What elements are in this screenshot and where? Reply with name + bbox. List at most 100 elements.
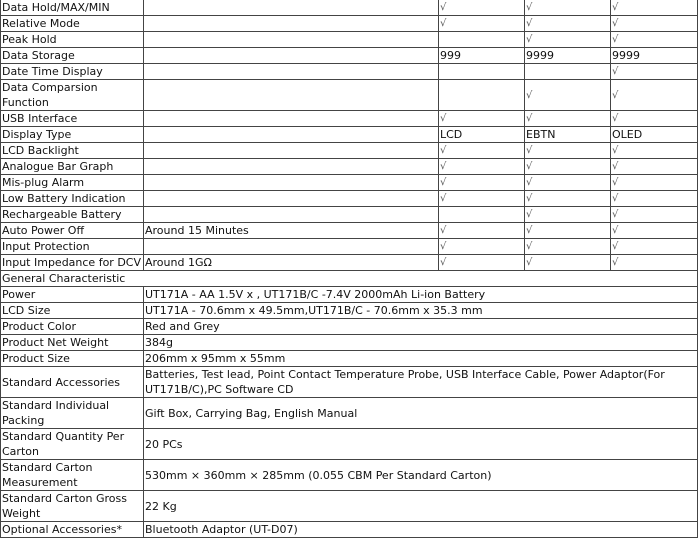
characteristic-value: 22 Kg: [143, 490, 698, 522]
model-1-value: √: [438, 238, 525, 255]
model-1-value: LCD: [438, 126, 525, 143]
model-1-value: √: [438, 158, 525, 175]
characteristic-label: Standard Quantity Per Carton: [0, 428, 144, 460]
model-2-value: √: [524, 15, 611, 32]
table-row: Data Comparsion Function √ √: [0, 79, 698, 111]
table-row: Data Hold/MAX/MIN √ √ √: [0, 0, 698, 16]
characteristic-label: LCD Size: [0, 302, 144, 319]
model-1-value: √: [438, 142, 525, 159]
feature-label: Auto Power Off: [0, 222, 144, 239]
feature-label: Low Battery Indication: [0, 190, 144, 207]
table-row: Display Type LCD EBTN OLED: [0, 126, 698, 143]
table-row: Analogue Bar Graph √ √ √: [0, 158, 698, 175]
model-3-value: √: [610, 158, 698, 175]
table-row: Input Protection √ √ √: [0, 238, 698, 255]
table-row: Peak Hold √ √: [0, 31, 698, 48]
feature-label: Date Time Display: [0, 63, 144, 80]
model-2-value: √: [524, 238, 611, 255]
feature-value: Around 1GΩ: [143, 254, 439, 271]
characteristic-label: Standard Accessories: [0, 366, 144, 398]
table-row: USB Interface √ √ √: [0, 110, 698, 127]
model-2-value: √: [524, 79, 611, 111]
model-2-value: √: [524, 174, 611, 191]
model-3-value: √: [610, 222, 698, 239]
feature-value: [143, 142, 439, 159]
table-row: Mis-plug Alarm √ √ √: [0, 174, 698, 191]
model-3-value: √: [610, 0, 698, 16]
model-2-value: √: [524, 142, 611, 159]
model-2-value: √: [524, 190, 611, 207]
model-3-value: √: [610, 63, 698, 80]
model-3-value: √: [610, 31, 698, 48]
table-row: Product Size 206mm x 95mm x 55mm: [0, 350, 698, 367]
model-1-value: √: [438, 190, 525, 207]
characteristic-value: UT171A - 70.6mm x 49.5mm,UT171B/C - 70.6…: [143, 302, 698, 319]
table-row: Standard Individual Packing Gift Box, Car…: [0, 397, 698, 429]
feature-label: Display Type: [0, 126, 144, 143]
model-3-value: 9999: [610, 47, 698, 64]
model-3-value: √: [610, 15, 698, 32]
feature-value: Around 15 Minutes: [143, 222, 439, 239]
characteristic-value: 384g: [143, 334, 698, 351]
section-header: General Characteristic: [0, 270, 698, 287]
feature-label: Input Impedance for DCV: [0, 254, 144, 271]
feature-value: [143, 15, 439, 32]
feature-label: LCD Backlight: [0, 142, 144, 159]
feature-value: [143, 174, 439, 191]
section-header-row: General Characteristic: [0, 270, 698, 287]
feature-label: Rechargeable Battery: [0, 206, 144, 223]
model-3-value: √: [610, 206, 698, 223]
feature-label: Data Hold/MAX/MIN: [0, 0, 144, 16]
feature-label: Mis-plug Alarm: [0, 174, 144, 191]
table-row: Relative Mode √ √ √: [0, 15, 698, 32]
model-1-value: √: [438, 0, 525, 16]
characteristic-label: Optional Accessories*: [0, 521, 144, 538]
feature-label: Data Storage: [0, 47, 144, 64]
feature-label: Input Protection: [0, 238, 144, 255]
table-row: Rechargeable Battery √ √: [0, 206, 698, 223]
characteristic-value: Red and Grey: [143, 318, 698, 335]
feature-value: [143, 126, 439, 143]
table-row: Standard Carton Measurement 530mm × 360mm…: [0, 459, 698, 491]
table-row: Power UT171A - AA 1.5V x , UT171B/C -7.4V…: [0, 286, 698, 303]
characteristic-label: Product Size: [0, 350, 144, 367]
model-2-value: √: [524, 0, 611, 16]
feature-value: [143, 110, 439, 127]
feature-label: Peak Hold: [0, 31, 144, 48]
model-2-value: EBTN: [524, 126, 611, 143]
feature-label: Relative Mode: [0, 15, 144, 32]
feature-value: [143, 206, 439, 223]
model-3-value: OLED: [610, 126, 698, 143]
model-2-value: [524, 63, 611, 80]
characteristic-label: Standard Individual Packing: [0, 397, 144, 429]
characteristic-value: 206mm x 95mm x 55mm: [143, 350, 698, 367]
feature-label: Data Comparsion Function: [0, 79, 144, 111]
model-3-value: √: [610, 238, 698, 255]
characteristic-value: Bluetooth Adaptor (UT-D07): [143, 521, 698, 538]
feature-value: [143, 63, 439, 80]
table-row: Standard Accessories Batteries, Test lead…: [0, 366, 698, 398]
model-2-value: √: [524, 31, 611, 48]
characteristic-value: Batteries, Test lead, Point Contact Temp…: [143, 366, 698, 398]
model-1-value: [438, 79, 525, 111]
feature-value: [143, 31, 439, 48]
spec-table: Data Hold/MAX/MIN √ √ √ Relative Mode √ √ √ Peak…: [0, 0, 698, 538]
characteristic-label: Product Net Weight: [0, 334, 144, 351]
feature-value: [143, 47, 439, 64]
feature-value: [143, 238, 439, 255]
table-row: LCD Backlight √ √ √: [0, 142, 698, 159]
characteristic-label: Power: [0, 286, 144, 303]
characteristic-value: Gift Box, Carrying Bag, English Manual: [143, 397, 698, 429]
model-1-value: [438, 31, 525, 48]
characteristic-value: UT171A - AA 1.5V x , UT171B/C -7.4V 2000…: [143, 286, 698, 303]
model-2-value: √: [524, 222, 611, 239]
model-1-value: √: [438, 110, 525, 127]
model-1-value: [438, 63, 525, 80]
model-1-value: √: [438, 254, 525, 271]
table-row: Optional Accessories* Bluetooth Adaptor (…: [0, 521, 698, 538]
model-3-value: √: [610, 110, 698, 127]
table-row: Auto Power Off Around 15 Minutes √ √ √: [0, 222, 698, 239]
model-3-value: √: [610, 190, 698, 207]
table-row: Input Impedance for DCV Around 1GΩ √ √ √: [0, 254, 698, 271]
characteristic-label: Product Color: [0, 318, 144, 335]
